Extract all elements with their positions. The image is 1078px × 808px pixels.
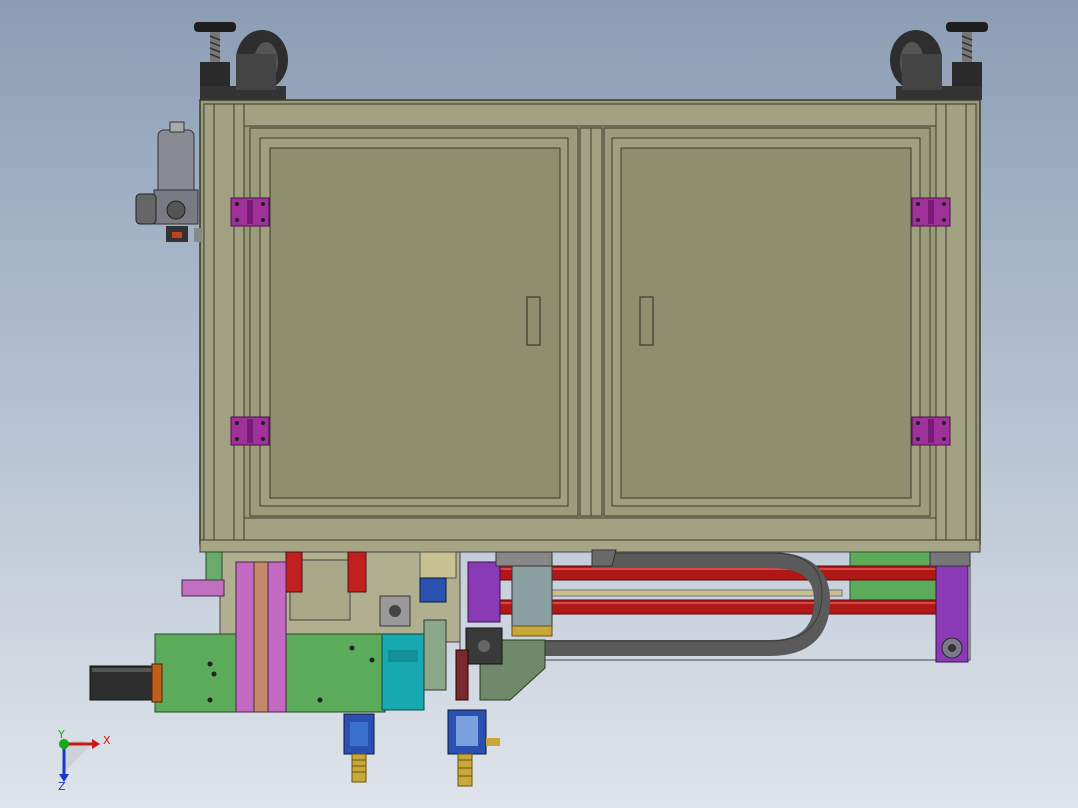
x-axis-label: X [103, 734, 111, 747]
vertical-plate-pink-1 [235, 561, 255, 713]
servo-motor [89, 663, 163, 703]
right-end-plate [929, 551, 971, 663]
base-plate [199, 539, 981, 553]
machine-drawing: X Y Z [57, 22, 988, 793]
right-caster-wheel [890, 30, 942, 90]
carriage-block [467, 551, 553, 637]
coordinate-triad: X Y Z [57, 728, 111, 793]
bottom-cylinder-right [447, 709, 500, 787]
bottom-cylinder-left [343, 713, 375, 783]
z-axis-label: Z [58, 780, 66, 793]
hinge-bottom-right [911, 416, 951, 446]
cyan-actuator-block [381, 619, 447, 711]
left-caster-wheel [236, 30, 288, 90]
left-mechanism [181, 551, 461, 643]
vertical-plate-brown [253, 561, 269, 713]
y-axis-label: Y [57, 728, 65, 741]
hinge-bottom-left [230, 416, 270, 446]
left-door[interactable] [249, 127, 579, 517]
vertical-plate-pink-2 [267, 561, 287, 713]
air-filter-regulator [135, 121, 202, 242]
hinge-top-right [911, 197, 951, 227]
right-door[interactable] [603, 127, 931, 517]
hinge-top-left [230, 197, 270, 227]
cad-viewport[interactable]: X Y Z [0, 0, 1078, 808]
